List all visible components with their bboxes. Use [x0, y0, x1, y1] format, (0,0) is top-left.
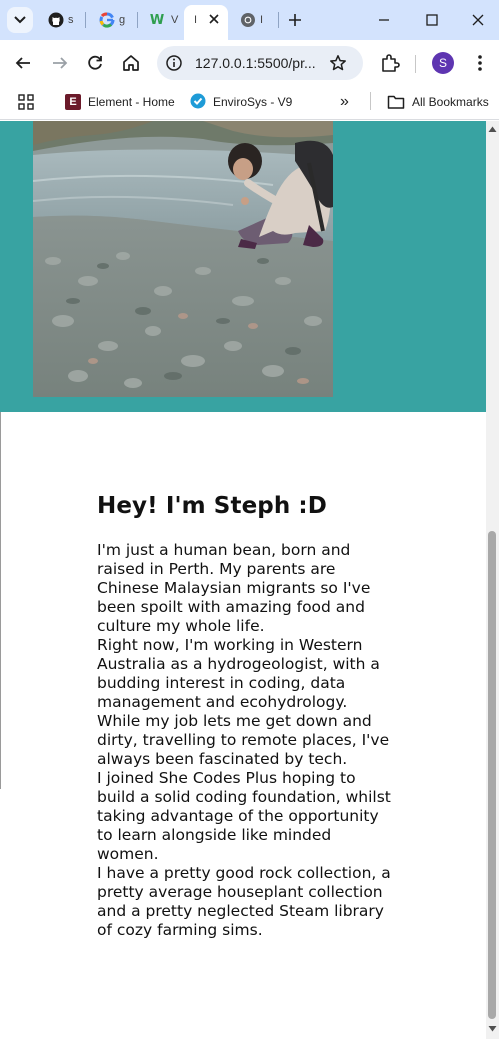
plus-icon	[289, 14, 301, 26]
kebab-menu-icon	[478, 55, 482, 71]
tab-divider	[137, 12, 138, 28]
minimize-button[interactable]	[372, 8, 396, 32]
hero-section	[0, 121, 486, 412]
tab-title: V	[171, 14, 179, 26]
browser-toolbar: 127.0.0.1:5500/pr...	[0, 40, 499, 86]
bookmarks-overflow-button[interactable]: »	[340, 91, 349, 113]
reload-icon	[88, 55, 102, 70]
close-window-button[interactable]	[466, 8, 490, 32]
page-scrollbar[interactable]	[486, 121, 499, 1039]
forward-button[interactable]	[48, 51, 72, 75]
scroll-thumb[interactable]	[488, 531, 496, 1019]
folder-icon	[387, 95, 405, 109]
tab-github[interactable]: s	[40, 8, 76, 32]
all-bookmarks-label: All Bookmarks	[412, 95, 489, 109]
arrow-right-icon	[53, 57, 68, 69]
tab-w[interactable]: W V	[139, 8, 179, 32]
maximize-icon	[426, 14, 438, 26]
chevron-down-icon	[14, 16, 26, 24]
scroll-down-arrow-icon[interactable]	[488, 1025, 497, 1033]
envirosys-check-icon	[190, 93, 206, 112]
chrome-icon	[240, 12, 256, 28]
url-text[interactable]: 127.0.0.1:5500/pr...	[195, 55, 319, 71]
extensions-button[interactable]	[378, 51, 402, 75]
address-bar[interactable]: 127.0.0.1:5500/pr...	[157, 46, 363, 80]
bookmark-label: Element - Home	[88, 95, 175, 109]
all-bookmarks-button[interactable]: All Bookmarks	[387, 91, 489, 113]
apps-button[interactable]	[18, 91, 34, 113]
reload-button[interactable]	[83, 51, 107, 75]
bio-paragraph-4: I have a pretty good rock collection, a …	[97, 864, 391, 939]
toolbar-divider	[415, 55, 416, 73]
about-section: Hey! I'm Steph :D I'm just a human bean,…	[97, 493, 395, 940]
bookmarks-divider	[370, 92, 371, 110]
tab-google[interactable]: g	[91, 8, 127, 32]
back-button[interactable]	[11, 51, 35, 75]
scroll-up-arrow-icon[interactable]	[488, 125, 497, 133]
puzzle-icon	[382, 54, 400, 72]
new-tab-button[interactable]	[284, 9, 306, 31]
arrow-left-icon	[15, 57, 30, 69]
menu-button[interactable]	[468, 51, 492, 75]
google-icon	[99, 12, 115, 28]
bookmarks-bar: E Element - Home EnviroSys - V9 » All Bo…	[0, 86, 499, 120]
close-tab-icon[interactable]	[206, 11, 222, 27]
maximize-button[interactable]	[420, 8, 444, 32]
bookmark-element-home[interactable]: E Element - Home	[65, 91, 175, 113]
minimize-icon	[379, 19, 389, 21]
home-button[interactable]	[119, 51, 143, 75]
tab-title: s	[68, 14, 74, 26]
tab-strip: s g W V I I	[0, 0, 499, 40]
bookmark-label: EnviroSys - V9	[213, 95, 293, 109]
tab-title: I	[194, 14, 198, 26]
site-info-icon[interactable]	[165, 54, 183, 72]
apps-grid-icon	[18, 94, 34, 110]
tab-active[interactable]: I	[184, 5, 228, 40]
bookmark-star-icon[interactable]	[329, 54, 347, 72]
tab-divider	[278, 12, 279, 28]
tab-title: I	[260, 14, 264, 26]
bio-paragraph-3: I joined She Codes Plus hoping to build …	[97, 769, 391, 863]
bio-paragraph-2: Right now, I'm working in Western Austra…	[97, 636, 390, 768]
tab-divider	[85, 12, 86, 28]
element-icon: E	[65, 94, 81, 110]
tab-chrome[interactable]: I	[232, 8, 268, 32]
profile-avatar[interactable]: S	[432, 52, 454, 74]
home-icon	[123, 55, 139, 71]
close-icon	[472, 14, 484, 26]
tab-title: g	[119, 14, 126, 26]
tab-search-button[interactable]	[7, 7, 33, 33]
page-title: Hey! I'm Steph :D	[97, 493, 327, 519]
bookmark-envirosys[interactable]: EnviroSys - V9	[190, 91, 292, 113]
github-icon	[48, 12, 64, 28]
profile-photo	[33, 121, 333, 397]
page-viewport: Hey! I'm Steph :D I'm just a human bean,…	[0, 121, 499, 1039]
page-edge-divider	[0, 412, 1, 789]
w-icon: W	[149, 12, 165, 28]
bio-paragraph-1: I'm just a human bean, born and raised i…	[97, 541, 371, 635]
